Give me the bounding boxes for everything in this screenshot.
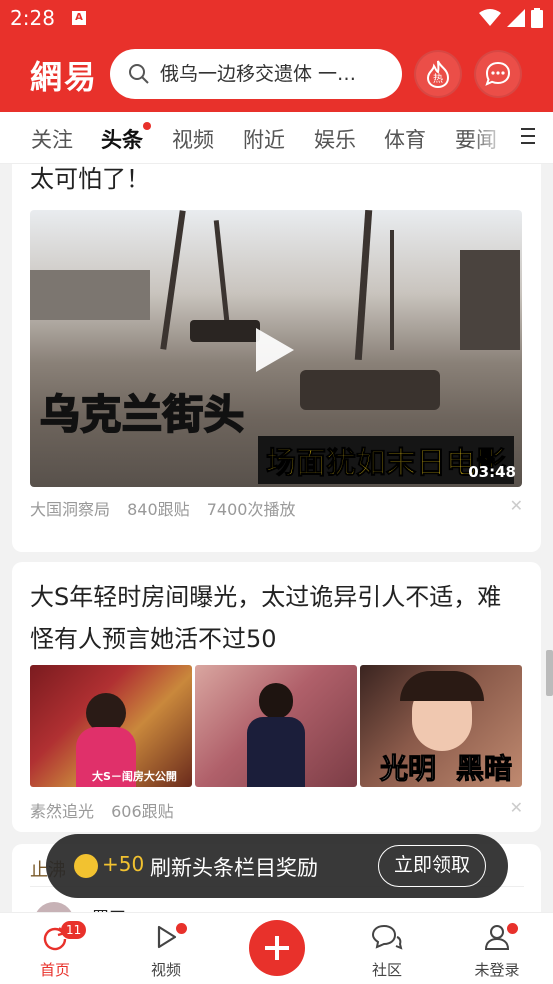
search-icon bbox=[129, 64, 149, 84]
video-overlay-title: 乌克兰街头 bbox=[39, 391, 245, 439]
nav-community[interactable]: 社区 bbox=[347, 923, 427, 980]
video-title: 太可怕了！ bbox=[30, 165, 150, 193]
tab-fade bbox=[470, 112, 510, 163]
netease-logo[interactable]: 網易 bbox=[30, 52, 98, 98]
nav-home-label: 首页 bbox=[39, 961, 70, 979]
reward-toast: +50 刷新头条栏目奖励 立即领取 bbox=[46, 834, 508, 898]
notification-a-icon: A bbox=[72, 11, 86, 25]
comment-count: 606跟贴 bbox=[111, 802, 174, 821]
nav-community-label: 社区 bbox=[371, 961, 402, 979]
tab-headlines[interactable]: 头条 bbox=[101, 122, 151, 154]
image-3-caption-left: 光明 bbox=[379, 752, 437, 786]
search-box[interactable] bbox=[110, 49, 402, 99]
dismiss-close-icon[interactable]: ✕ bbox=[510, 798, 523, 817]
video-thumbnail[interactable]: 乌克兰街头 场面犹如末日电影 03:48 bbox=[30, 210, 522, 487]
chat-bubbles-icon bbox=[371, 924, 403, 950]
coin-icon bbox=[74, 854, 98, 878]
channel-menu-icon[interactable] bbox=[521, 128, 535, 149]
tab-follow[interactable]: 关注 bbox=[31, 124, 73, 154]
plus-icon bbox=[265, 936, 289, 960]
hot-label: 热 bbox=[433, 72, 443, 85]
bottom-nav: 11 首页 视频 社区 未登录 bbox=[0, 912, 553, 984]
avatar[interactable] bbox=[34, 902, 74, 912]
tab-new-dot bbox=[143, 122, 151, 130]
video-news-card[interactable]: 太可怕了！ 乌克兰街头 场面犹如末日电影 03:48 大国洞察局 840跟贴 7… bbox=[12, 164, 541, 552]
tab-nearby[interactable]: 附近 bbox=[243, 124, 285, 154]
flame-hot-icon: 热 bbox=[426, 60, 450, 89]
video-meta: 大国洞察局 840跟贴 7400次播放 bbox=[30, 496, 307, 520]
status-bar: 2:28 A bbox=[0, 0, 553, 36]
tab-video[interactable]: 视频 bbox=[172, 124, 214, 154]
comment-count: 840跟贴 bbox=[127, 500, 190, 519]
article-image-3[interactable]: 光明 黑暗 bbox=[360, 665, 522, 787]
tab-headlines-label: 头条 bbox=[101, 128, 143, 152]
nav-profile-label: 未登录 bbox=[474, 961, 520, 979]
source-name: 大国洞察局 bbox=[30, 500, 111, 519]
article-title: 大S年轻时房间曝光，太过诡异引人不适，难怪有人预言她活不过50 bbox=[30, 583, 502, 653]
article-image-2[interactable] bbox=[195, 665, 357, 787]
message-bubble-icon bbox=[485, 61, 511, 86]
home-badge: 11 bbox=[61, 921, 87, 939]
publish-button[interactable] bbox=[249, 920, 305, 976]
nav-profile[interactable]: 未登录 bbox=[457, 923, 537, 980]
play-count: 7400次播放 bbox=[206, 500, 296, 519]
messages-button[interactable] bbox=[474, 50, 522, 98]
play-icon[interactable] bbox=[256, 328, 294, 372]
source-name: 素然追光 bbox=[30, 802, 95, 821]
wifi-icon bbox=[479, 9, 501, 26]
image-3-caption-right: 黑暗 bbox=[455, 752, 513, 786]
article-news-card[interactable]: 大S年轻时房间曝光，太过诡异引人不适，难怪有人预言她活不过50 大S－闺房大公開… bbox=[12, 562, 541, 832]
nav-video-label: 视频 bbox=[150, 961, 181, 979]
image-1-caption: 大S－闺房大公開 bbox=[92, 770, 177, 783]
video-new-dot bbox=[176, 923, 187, 934]
claim-reward-button[interactable]: 立即领取 bbox=[378, 845, 486, 887]
nav-video[interactable]: 视频 bbox=[126, 923, 206, 980]
reward-amount: +50 bbox=[102, 852, 145, 876]
article-image-1[interactable]: 大S－闺房大公開 bbox=[30, 665, 192, 787]
hot-button[interactable]: 热 bbox=[414, 50, 462, 98]
video-duration: 03:48 bbox=[468, 463, 516, 481]
system-icons bbox=[479, 8, 543, 28]
author-name: 署王 bbox=[92, 904, 126, 912]
reward-message: 刷新头条栏目奖励 bbox=[150, 856, 318, 880]
dismiss-close-icon[interactable]: ✕ bbox=[510, 496, 523, 515]
scrollbar-thumb[interactable] bbox=[546, 650, 553, 696]
battery-icon bbox=[531, 8, 543, 28]
nav-home[interactable]: 11 首页 bbox=[15, 921, 95, 980]
signal-icon bbox=[507, 9, 525, 27]
tab-sports[interactable]: 体育 bbox=[384, 124, 426, 154]
top-bar: 網易 热 bbox=[0, 36, 553, 112]
status-time: 2:28 bbox=[10, 6, 55, 30]
tab-entertainment[interactable]: 娱乐 bbox=[314, 124, 356, 154]
channel-tabs: 关注 头条 视频 附近 娱乐 体育 要闻 bbox=[0, 112, 553, 164]
news-feed[interactable]: 太可怕了！ 乌克兰街头 场面犹如末日电影 03:48 大国洞察局 840跟贴 7… bbox=[0, 164, 553, 912]
profile-new-dot bbox=[507, 923, 518, 934]
article-meta: 素然追光 606跟贴 bbox=[30, 798, 186, 822]
search-input[interactable] bbox=[160, 59, 385, 89]
